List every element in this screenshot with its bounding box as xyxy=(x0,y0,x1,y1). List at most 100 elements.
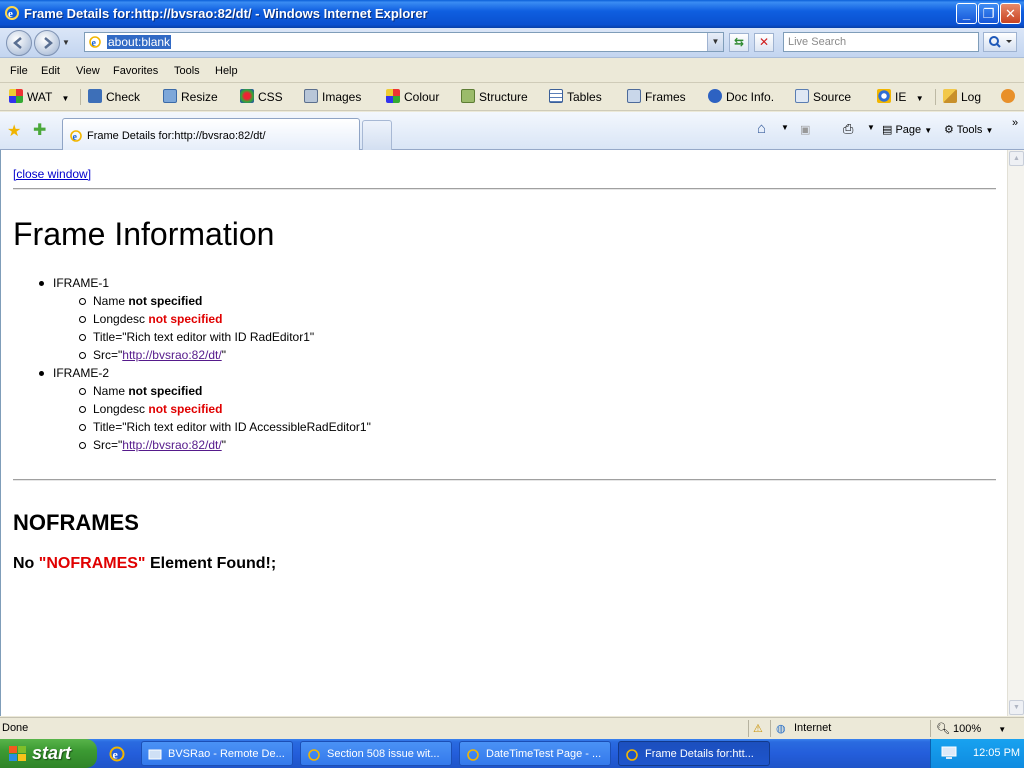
menu-tools[interactable]: Tools xyxy=(174,65,200,77)
noframes-tag: "NOFRAMES" xyxy=(38,555,146,572)
tray-computer-icon[interactable] xyxy=(941,746,957,763)
taskbar-item-label: BVSRao - Remote De... xyxy=(168,748,285,760)
address-url[interactable]: about:blank xyxy=(107,35,172,49)
taskbar-item-label: Frame Details for:htt... xyxy=(645,748,754,760)
iframe-1-name: Name not specified xyxy=(78,294,203,308)
zoom-control[interactable]: 🔍︎ 100% ▼ xyxy=(936,722,1006,735)
menu-bar: File Edit View Favorites Tools Help xyxy=(0,59,1024,83)
taskbar-item-datetimetest[interactable]: DateTimeTest Page - ... xyxy=(459,741,611,766)
frames-icon xyxy=(627,89,641,103)
log-button[interactable]: Log xyxy=(943,88,981,106)
structure-label: Structure xyxy=(479,90,528,104)
new-tab-button[interactable] xyxy=(362,120,392,150)
favorites-star-icon[interactable]: ★ xyxy=(7,121,21,141)
tables-label: Tables xyxy=(567,90,602,104)
scroll-up-icon[interactable]: ▲ xyxy=(1009,151,1024,166)
quick-launch-ie-icon[interactable]: e xyxy=(108,745,126,766)
home-dropdown-icon[interactable]: ▼ xyxy=(781,123,789,132)
more-tools-icon[interactable] xyxy=(1001,88,1019,106)
menu-favorites[interactable]: Favorites xyxy=(113,65,158,77)
frames-label: Frames xyxy=(645,90,686,104)
frames-button[interactable]: Frames xyxy=(627,88,686,106)
tab-bar: ★ ✚ e Frame Details for:http://bvsrao:82… xyxy=(0,112,1024,150)
tables-button[interactable]: Tables xyxy=(549,88,602,106)
doc-info-label: Doc Info. xyxy=(726,90,775,104)
minimize-button[interactable]: _ xyxy=(956,3,977,24)
check-button[interactable]: Check xyxy=(88,88,140,106)
ie-menu-button[interactable]: IE ▼ xyxy=(877,88,924,106)
iframe-1-src-link[interactable]: http://bvsrao:82/dt/ xyxy=(122,348,221,362)
iframe-2-src: Src="http://bvsrao:82/dt/" xyxy=(79,438,226,452)
check-icon xyxy=(88,89,102,103)
history-dropdown-icon[interactable]: ▼ xyxy=(62,38,70,47)
css-button[interactable]: CSS xyxy=(240,88,283,106)
internet-explorer-icon xyxy=(466,747,480,765)
forward-button[interactable] xyxy=(34,30,60,56)
address-field[interactable]: e about:blank ▼ xyxy=(84,32,724,52)
colour-label: Colour xyxy=(404,90,440,104)
forward-arrow-icon xyxy=(44,37,53,49)
status-divider xyxy=(930,720,931,737)
images-label: Images xyxy=(322,90,362,104)
structure-button[interactable]: Structure xyxy=(461,88,528,106)
menu-help[interactable]: Help xyxy=(215,65,238,77)
taskbar-item-remote-desktop[interactable]: BVSRao - Remote De... xyxy=(141,741,293,766)
maximize-button[interactable]: ❐ xyxy=(978,3,999,24)
wat-menu-button[interactable]: WAT ▼ xyxy=(9,88,69,106)
taskbar-item-section-508[interactable]: Section 508 issue wit... xyxy=(300,741,452,766)
add-favorites-icon[interactable]: ✚ xyxy=(33,120,46,140)
start-button[interactable]: start xyxy=(0,739,97,768)
refresh-button[interactable]: ⇆ xyxy=(729,33,749,52)
log-label: Log xyxy=(961,90,982,104)
iframe-2-src-link[interactable]: http://bvsrao:82/dt/ xyxy=(122,438,221,452)
menu-edit[interactable]: Edit xyxy=(41,65,60,77)
ie-icon xyxy=(877,89,891,103)
taskbar-item-frame-details[interactable]: Frame Details for:htt... xyxy=(618,741,770,766)
colour-button[interactable]: Colour xyxy=(386,88,439,106)
vertical-scrollbar[interactable]: ▲ ▼ xyxy=(1007,150,1024,716)
close-window-link[interactable]: [close window] xyxy=(13,167,91,181)
status-bar: Done ⚠ ◍ Internet 🔍︎ 100% ▼ xyxy=(0,717,1024,739)
clock: 12:05 PM xyxy=(973,747,1021,759)
tab-page-icon: e xyxy=(69,129,83,146)
toolbar-chevron-icon[interactable]: » xyxy=(1012,117,1018,129)
address-dropdown-icon[interactable]: ▼ xyxy=(707,33,723,51)
resize-button[interactable]: Resize xyxy=(163,88,218,106)
scroll-down-icon[interactable]: ▼ xyxy=(1009,700,1024,715)
source-button[interactable]: Source xyxy=(795,88,851,106)
css-icon xyxy=(240,89,254,103)
toolbar-separator xyxy=(935,89,936,105)
home-icon[interactable]: ⌂ xyxy=(757,120,766,137)
images-button[interactable]: Images xyxy=(304,88,361,106)
doc-info-button[interactable]: Doc Info. xyxy=(708,88,774,106)
start-label: start xyxy=(32,743,72,763)
status-divider xyxy=(770,720,771,737)
search-button[interactable] xyxy=(983,32,1017,52)
pencil-icon xyxy=(943,89,957,103)
print-icon[interactable]: ⎙ xyxy=(843,121,853,137)
svg-text:e: e xyxy=(113,748,119,762)
search-input[interactable]: Live Search xyxy=(783,32,979,52)
menu-file[interactable]: File xyxy=(10,65,28,77)
iframe-1-longdesc-value: not specified xyxy=(148,312,223,326)
page-menu-button[interactable]: ▤ Page ▼ xyxy=(882,123,932,136)
security-warning-icon[interactable]: ⚠ xyxy=(753,722,763,735)
back-button[interactable] xyxy=(6,30,32,56)
wat-toolbar: WAT ▼ Check Resize CSS Images Colour Str… xyxy=(0,83,1024,111)
print-dropdown-icon[interactable]: ▼ xyxy=(867,123,875,132)
tools-menu-button[interactable]: ⚙ Tools ▼ xyxy=(944,123,993,136)
zoom-level: 100% xyxy=(953,723,982,735)
noframes-heading: NOFRAMES xyxy=(13,510,139,535)
divider xyxy=(13,479,996,481)
stop-button[interactable]: ✕ xyxy=(754,33,774,52)
menu-view[interactable]: View xyxy=(76,65,100,77)
remote-desktop-icon xyxy=(148,747,162,765)
iframe-1-label: IFRAME-1 xyxy=(38,276,110,290)
tab-frame-details[interactable]: e Frame Details for:http://bvsrao:82/dt/ xyxy=(62,118,360,150)
feeds-icon[interactable]: ▣ xyxy=(800,123,810,136)
title-bar[interactable]: e Frame Details for:http://bvsrao:82/dt/… xyxy=(0,0,1024,28)
close-button[interactable]: ✕ xyxy=(1000,3,1021,24)
page-content: [close window] Frame Information IFRAME-… xyxy=(0,150,1024,716)
page-icon: e xyxy=(88,35,102,52)
iframe-2-longdesc-value: not specified xyxy=(148,402,223,416)
